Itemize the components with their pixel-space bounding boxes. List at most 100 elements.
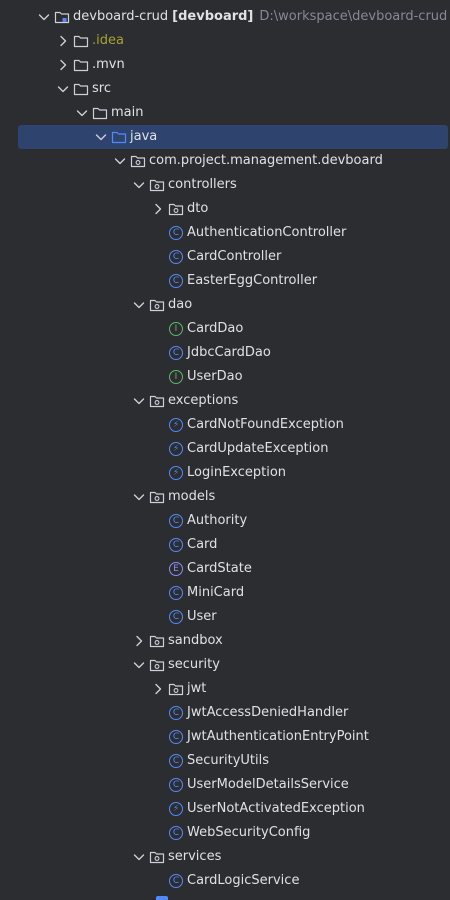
java-class-icon: C	[168, 729, 184, 745]
tree-row-user[interactable]: C User	[0, 605, 450, 629]
tree-item-label: java	[130, 129, 158, 144]
tree-row-securityutils[interactable]: C SecurityUtils	[0, 749, 450, 773]
tree-item-label: exceptions	[168, 393, 239, 408]
tree-item-label: JwtAuthenticationEntryPoint	[187, 729, 369, 744]
tree-item-label: UserDao	[187, 369, 243, 384]
chevron-down-icon[interactable]	[131, 393, 147, 409]
java-enum-icon: E	[168, 561, 184, 577]
source-folder-icon	[111, 129, 127, 145]
tree-row-exceptions[interactable]: exceptions	[0, 389, 450, 413]
tree-row-security[interactable]: security	[0, 653, 450, 677]
tree-row-dao[interactable]: dao	[0, 293, 450, 317]
package-icon	[149, 297, 165, 313]
tree-item-label: LoginException	[187, 465, 287, 480]
tree-item-label: CardNotFoundException	[187, 417, 344, 432]
tree-item-label: .idea	[92, 33, 124, 48]
tree-item-label: dao	[168, 297, 193, 312]
package-icon	[168, 201, 184, 217]
tree-row-jwtauthenticationentrypoint[interactable]: C JwtAuthenticationEntryPoint	[0, 725, 450, 749]
java-class-icon: C	[168, 825, 184, 841]
chevron-down-icon[interactable]	[36, 9, 52, 25]
tree-row-src[interactable]: src	[0, 77, 450, 101]
tree-row-mvn[interactable]: .mvn	[0, 53, 450, 77]
tree-row-jwt[interactable]: jwt	[0, 677, 450, 701]
java-class-icon: C	[168, 513, 184, 529]
tree-item-label: JdbcCardDao	[187, 345, 271, 360]
java-exception-icon: ⚡	[168, 441, 184, 457]
tree-row-cardnotfoundexception[interactable]: ⚡ CardNotFoundException	[0, 413, 450, 437]
java-class-icon: C	[168, 273, 184, 289]
chevron-down-icon[interactable]	[131, 489, 147, 505]
tree-row-jwtaccessdeniedhandler[interactable]: C JwtAccessDeniedHandler	[0, 701, 450, 725]
tree-row-usernotactivatedexception[interactable]: ⚡ UserNotActivatedException	[0, 797, 450, 821]
tree-item-label: SecurityUtils	[187, 753, 269, 768]
tree-row-cardcontroller[interactable]: C CardController	[0, 245, 450, 269]
tree-row-carddao[interactable]: I CardDao	[0, 317, 450, 341]
java-class-icon: C	[168, 537, 184, 553]
tree-row-card[interactable]: C Card	[0, 533, 450, 557]
tree-item-label: CardLogicService	[187, 873, 300, 888]
java-class-icon: C	[168, 873, 184, 889]
java-class-icon: C	[168, 345, 184, 361]
tree-row-models[interactable]: models	[0, 485, 450, 509]
tree-row-idea[interactable]: .idea	[0, 29, 450, 53]
tree-item-label: security	[168, 657, 220, 672]
tree-item-label: CardUpdateException	[187, 441, 329, 456]
chevron-down-icon[interactable]	[74, 105, 90, 121]
chevron-right-icon[interactable]	[55, 33, 71, 49]
tree-row-eastereggcontroller[interactable]: C EasterEggController	[0, 269, 450, 293]
package-icon	[149, 489, 165, 505]
tree-item-label: JwtAccessDeniedHandler	[187, 705, 349, 720]
tree-row-controllers[interactable]: controllers	[0, 173, 450, 197]
tree-row-cardlogicservice[interactable]: C CardLogicService	[0, 869, 450, 893]
tree-row-com-project-management-devboard[interactable]: com.project.management.devboard	[0, 149, 450, 173]
package-icon	[168, 681, 184, 697]
tree-row-services[interactable]: services	[0, 845, 450, 869]
tree-row-userdao[interactable]: I UserDao	[0, 365, 450, 389]
chevron-down-icon[interactable]	[93, 129, 109, 145]
tree-item-label: User	[187, 609, 217, 624]
tree-row-java[interactable]: java	[0, 125, 450, 149]
tree-item-label: WebSecurityConfig	[187, 825, 311, 840]
java-exception-icon: ⚡	[168, 417, 184, 433]
folder-icon	[73, 33, 89, 49]
chevron-down-icon[interactable]	[131, 657, 147, 673]
tree-row-devboard-crud[interactable]: devboard-crud [devboard] D:\workspace\devb…	[0, 5, 450, 29]
package-icon	[130, 153, 146, 169]
tree-item-label: EasterEggController	[187, 273, 318, 288]
chevron-down-icon[interactable]	[55, 81, 71, 97]
project-tree[interactable]: devboard-crud [devboard] D:\workspace\devb…	[0, 0, 450, 900]
module-name: [devboard]	[172, 9, 254, 24]
folder-icon	[73, 81, 89, 97]
tree-item-label: CardController	[187, 249, 282, 264]
chevron-right-icon[interactable]	[150, 201, 166, 217]
tree-row-jdbccarddao[interactable]: C JdbcCardDao	[0, 341, 450, 365]
chevron-down-icon[interactable]	[131, 849, 147, 865]
tree-row-cardstate[interactable]: E CardState	[0, 557, 450, 581]
chevron-right-icon[interactable]	[131, 633, 147, 649]
chevron-right-icon[interactable]	[150, 681, 166, 697]
tree-item-label: dto	[187, 201, 209, 216]
tree-row-sandbox[interactable]: sandbox	[0, 629, 450, 653]
tree-row-minicard[interactable]: C MiniCard	[0, 581, 450, 605]
tree-row-main[interactable]: main	[0, 101, 450, 125]
tree-row-cardupdateexception[interactable]: ⚡ CardUpdateException	[0, 437, 450, 461]
tree-item-label: Authority	[187, 513, 248, 528]
tree-item-label: AuthenticationController	[187, 225, 347, 240]
tree-row-loginexception[interactable]: ⚡ LoginException	[0, 461, 450, 485]
java-exception-icon: ⚡	[168, 801, 184, 817]
chevron-right-icon[interactable]	[55, 57, 71, 73]
tree-item-label: main	[111, 105, 144, 120]
chevron-down-icon[interactable]	[131, 177, 147, 193]
tree-item-label: CardState	[187, 561, 252, 576]
tree-row-dto[interactable]: dto	[0, 197, 450, 221]
tree-item-label: UserNotActivatedException	[187, 801, 365, 816]
tree-row-authenticationcontroller[interactable]: C AuthenticationController	[0, 221, 450, 245]
tree-row-websecurityconfig[interactable]: C WebSecurityConfig	[0, 821, 450, 845]
chevron-down-icon[interactable]	[131, 297, 147, 313]
chevron-down-icon[interactable]	[112, 153, 128, 169]
tree-row-usermodeldetailsservice[interactable]: C UserModelDetailsService	[0, 773, 450, 797]
package-icon	[149, 393, 165, 409]
tree-row-authority[interactable]: C Authority	[0, 509, 450, 533]
tree-item-label: services	[168, 849, 222, 864]
